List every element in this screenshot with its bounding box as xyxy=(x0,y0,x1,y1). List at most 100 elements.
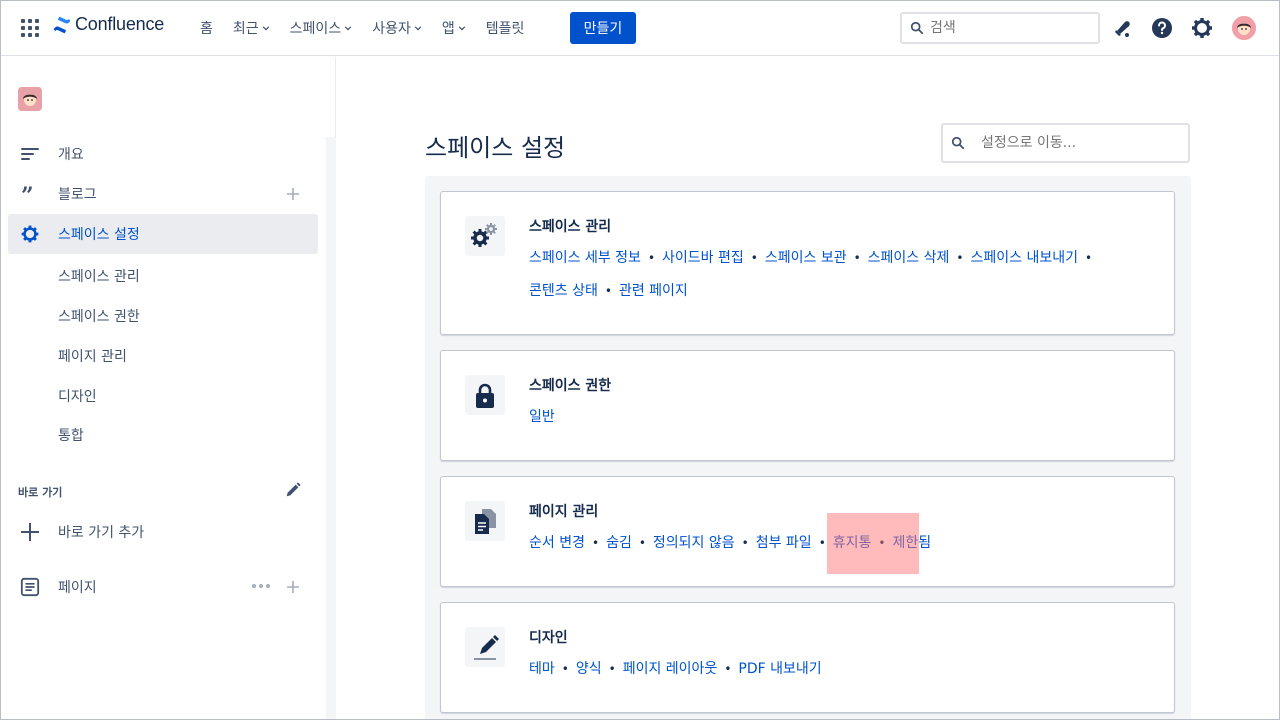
nav-item[interactable]: 템플릿 xyxy=(486,18,525,38)
nav-item[interactable]: 사용자 xyxy=(372,18,422,38)
avatar-icon xyxy=(1232,16,1256,40)
sidebar-subitem-page-management[interactable]: 페이지 관리 xyxy=(58,346,127,366)
sidebar-subitem-design[interactable]: 디자인 xyxy=(58,386,97,406)
card-link[interactable]: 페이지 레이아웃 xyxy=(623,661,718,677)
search-box[interactable] xyxy=(900,12,1100,44)
user-avatar[interactable] xyxy=(1232,16,1256,40)
svg-text:”: ” xyxy=(21,184,34,204)
sidebar-subitem-space-admin[interactable]: 스페이스 관리 xyxy=(58,266,140,286)
card-icon-box xyxy=(465,501,505,541)
link-separator: • xyxy=(956,251,964,265)
search-icon xyxy=(910,21,924,35)
card-link[interactable]: 제한됨 xyxy=(893,535,932,551)
card-icon-box xyxy=(465,216,505,256)
nav-item-label: 홈 xyxy=(200,21,213,37)
link-separator: • xyxy=(878,536,886,550)
card-icon-box xyxy=(465,627,505,667)
sidebar-item-pages[interactable]: 페이지 xyxy=(8,567,318,607)
nav-item[interactable]: 스페이스 xyxy=(290,18,353,38)
sidebar-item-overview[interactable]: 개요 xyxy=(8,134,318,174)
card-link[interactable]: 일반 xyxy=(529,409,555,425)
card-link-row: 테마 • 양식 • 페이지 레이아웃 • PDF 내보내기 xyxy=(529,653,1149,686)
card-link[interactable]: 휴지통 xyxy=(833,535,872,551)
sidebar-subitem-space-permissions[interactable]: 스페이스 권한 xyxy=(58,306,140,326)
card-link[interactable]: 양식 xyxy=(576,661,602,677)
sidebar-subitem-integrations[interactable]: 통합 xyxy=(58,425,84,445)
link-separator: • xyxy=(853,251,861,265)
nav-menu: 홈 최근 스페이스 사용자 앱 템플릿 xyxy=(200,0,544,56)
settings-search-box[interactable] xyxy=(941,123,1190,163)
add-blog-icon[interactable] xyxy=(285,186,301,202)
card-link[interactable]: 스페이스 세부 정보 xyxy=(529,250,641,266)
card-link[interactable]: 정의되지 않음 xyxy=(653,535,735,551)
card-link[interactable]: 테마 xyxy=(529,661,555,677)
sidebar-item-space-settings[interactable]: 스페이스 설정 xyxy=(8,214,318,254)
card-link[interactable]: 스페이스 삭제 xyxy=(868,250,950,266)
card-link[interactable]: 관련 페이지 xyxy=(619,283,688,299)
sidebar-item-label: 페이지 xyxy=(58,580,97,596)
card-links: 일반 xyxy=(529,401,1149,434)
chevron-down-icon xyxy=(414,26,422,31)
link-separator: • xyxy=(750,251,758,265)
search-icon xyxy=(951,136,965,150)
settings-gear-icon[interactable] xyxy=(1190,16,1214,40)
sidebar-item-blog[interactable]: ” 블로그 xyxy=(8,174,318,214)
sidebar-item-label: 개요 xyxy=(58,147,84,163)
add-shortcut-item[interactable]: 바로 가기 추가 xyxy=(8,512,318,552)
sidebar-item-label: 스페이스 설정 xyxy=(58,227,140,243)
card-link[interactable]: 첨부 파일 xyxy=(756,535,812,551)
sidebar: 개요 ” 블로그 스페이스 설정 스페이스 관리 스페이스 권한 페이지 관리 … xyxy=(0,57,336,720)
card-link[interactable]: 숨김 xyxy=(606,535,632,551)
pages-icon xyxy=(475,509,496,534)
nav-item[interactable]: 최근 xyxy=(233,18,270,38)
link-separator: • xyxy=(724,662,732,676)
card-title: 페이지 관리 xyxy=(529,504,599,520)
nav-item-label: 사용자 xyxy=(372,21,411,37)
gears-icon xyxy=(471,223,497,247)
chevron-down-icon xyxy=(458,26,465,31)
card-link[interactable]: 스페이스 보관 xyxy=(765,250,847,266)
space-avatar[interactable] xyxy=(18,87,42,111)
gear-icon xyxy=(21,225,39,243)
lock-icon xyxy=(476,383,494,408)
quote-icon: ” xyxy=(21,184,34,204)
search-input[interactable] xyxy=(930,20,1090,36)
top-navigation: Confluence 홈 최근 스페이스 사용자 앱 템플릿 만들기 xyxy=(0,0,1280,56)
card-links: 테마 • 양식 • 페이지 레이아웃 • PDF 내보내기 xyxy=(529,653,1149,686)
card-title: 디자인 xyxy=(529,630,568,646)
card-link-row: 스페이스 세부 정보 • 사이드바 편집 • 스페이스 보관 • 스페이스 삭제 • 스페이스 … xyxy=(529,242,1149,275)
nav-item[interactable]: 앱 xyxy=(442,18,466,38)
settings-card-design: 디자인 테마 • 양식 • 페이지 레이아웃 • PDF 내보내기 xyxy=(440,602,1175,713)
help-icon[interactable] xyxy=(1150,16,1174,40)
card-link[interactable]: 스페이스 내보내기 xyxy=(970,250,1078,266)
nav-item[interactable]: 홈 xyxy=(200,18,213,38)
link-separator: • xyxy=(1084,251,1093,265)
more-options-icon[interactable] xyxy=(251,582,271,590)
link-separator: • xyxy=(818,536,826,550)
settings-search-input[interactable] xyxy=(981,135,1181,151)
notification-bell-icon[interactable] xyxy=(1111,16,1135,40)
confluence-logo[interactable]: Confluence xyxy=(52,14,164,35)
settings-card-space-admin: 스페이스 관리 스페이스 세부 정보 • 사이드바 편집 • 스페이스 보관 • 스페이스 … xyxy=(440,191,1175,335)
card-icon-box xyxy=(465,375,505,415)
link-separator: • xyxy=(741,536,749,550)
card-title: 스페이스 관리 xyxy=(529,219,612,235)
card-title: 스페이스 권한 xyxy=(529,378,612,394)
card-links: 스페이스 세부 정보 • 사이드바 편집 • 스페이스 보관 • 스페이스 삭제 • 스페이스 … xyxy=(529,242,1149,308)
card-link[interactable]: 사이드바 편집 xyxy=(662,250,744,266)
card-links: 순서 변경 • 숨김 • 정의되지 않음 • 첨부 파일 • 휴지통 • 제한됨 xyxy=(529,527,1149,560)
link-separator: • xyxy=(647,251,656,265)
card-link[interactable]: 순서 변경 xyxy=(529,535,585,551)
space-avatar-icon xyxy=(18,87,42,111)
create-button[interactable]: 만들기 xyxy=(570,12,636,44)
app-switcher-icon[interactable] xyxy=(21,19,39,37)
edit-pencil-icon[interactable] xyxy=(284,481,302,499)
card-link[interactable]: PDF 내보내기 xyxy=(738,661,821,677)
sidebar-scrollbar[interactable] xyxy=(326,137,336,720)
chevron-down-icon xyxy=(344,26,352,31)
settings-card-page-management: 페이지 관리 순서 변경 • 숨김 • 정의되지 않음 • 첨부 파일 • 휴지통 • 제한됨 xyxy=(440,476,1175,587)
card-link[interactable]: 콘텐츠 상태 xyxy=(529,283,598,299)
link-separator: • xyxy=(591,536,600,550)
page-icon xyxy=(20,577,40,597)
add-page-icon[interactable] xyxy=(285,579,301,595)
